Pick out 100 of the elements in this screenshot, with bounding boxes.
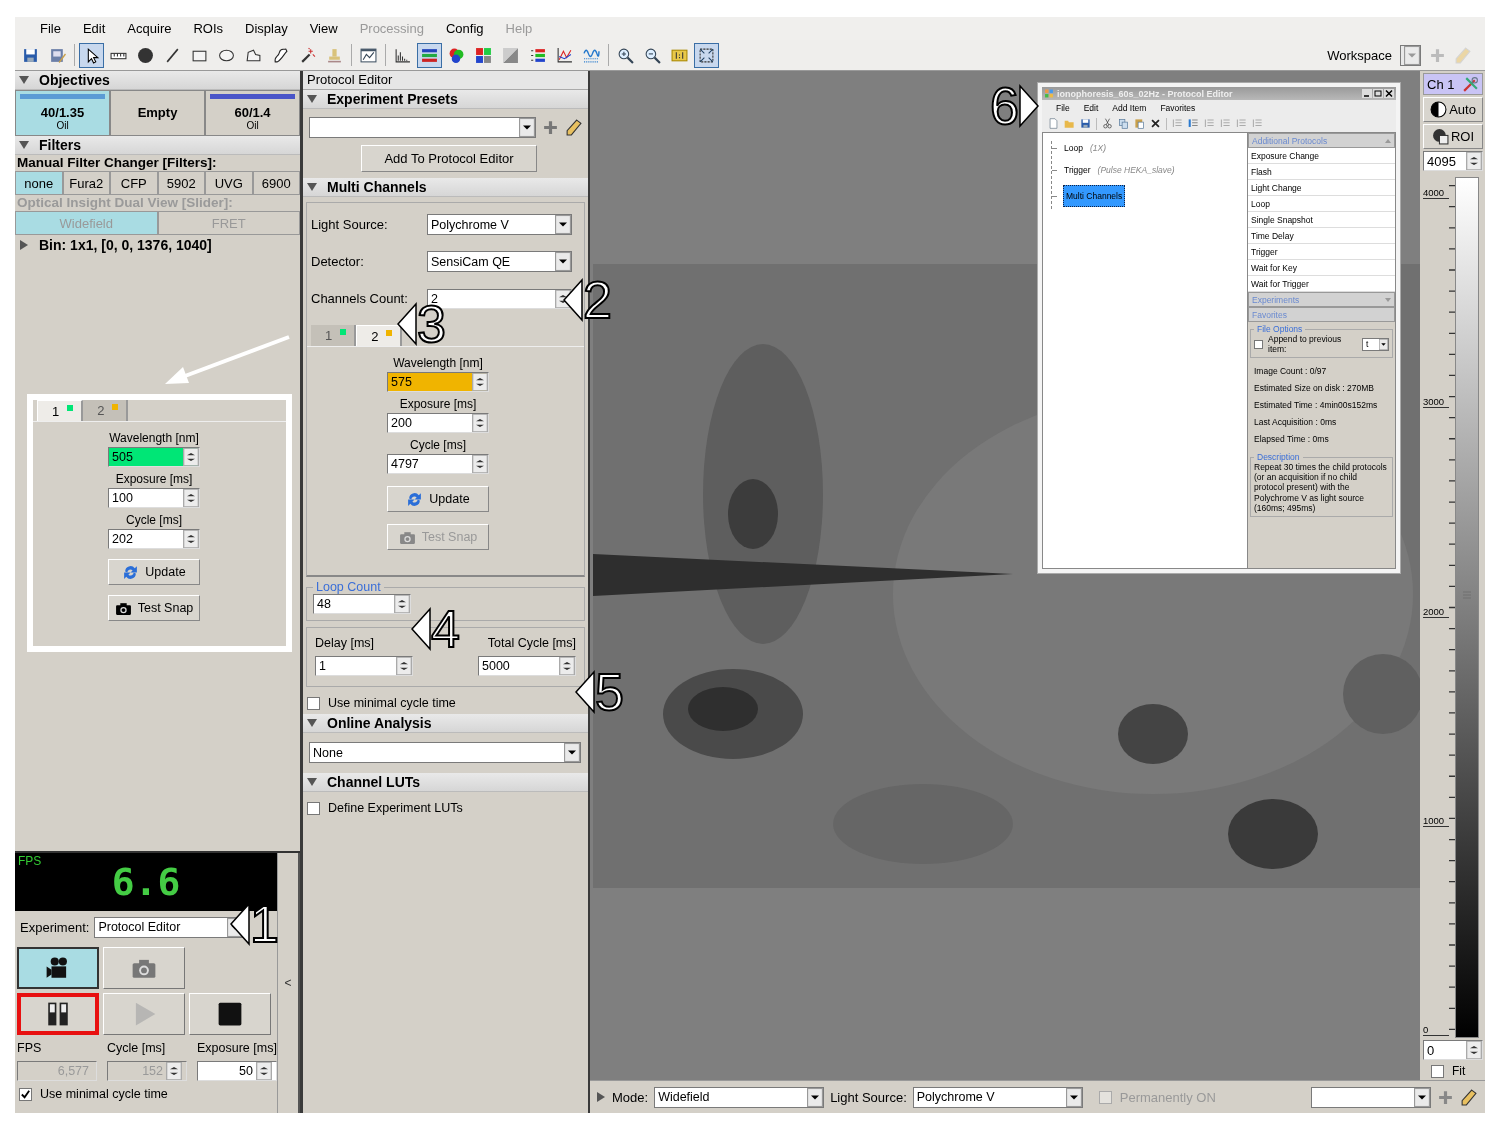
close-icon[interactable] xyxy=(1384,89,1394,98)
channel-tab[interactable]: 2 xyxy=(83,400,129,421)
protocol-item[interactable]: Wait for Key xyxy=(1248,260,1395,276)
channel-tab[interactable]: Ch 1 xyxy=(1423,73,1483,95)
section-header[interactable]: Channel LUTs xyxy=(303,773,588,792)
menu-item[interactable]: Edit xyxy=(1083,102,1099,113)
dropdown-arrow-icon[interactable] xyxy=(555,252,571,271)
wavelength-field[interactable]: 575 xyxy=(387,372,489,392)
auto-button[interactable]: Auto xyxy=(1423,97,1483,122)
dropdown-arrow-icon[interactable] xyxy=(1065,1087,1082,1107)
section-header[interactable]: Multi Channels xyxy=(303,178,588,197)
filter-button[interactable]: none xyxy=(15,171,63,195)
protocol-item[interactable]: Loop xyxy=(1248,196,1395,212)
maximize-icon[interactable] xyxy=(1373,89,1383,98)
save-icon[interactable] xyxy=(1080,118,1091,129)
spinner-icon[interactable] xyxy=(472,455,488,473)
delay-field[interactable]: 1 xyxy=(315,656,413,676)
menu-item[interactable]: File xyxy=(29,21,72,36)
spinner-icon[interactable] xyxy=(394,595,410,613)
menu-item[interactable]: Display xyxy=(234,21,299,36)
channel-tab[interactable]: 1 xyxy=(311,325,357,346)
collapse-triangle-icon[interactable] xyxy=(307,777,317,787)
copy-icon[interactable] xyxy=(1118,118,1129,129)
checkbox[interactable] xyxy=(1254,339,1263,349)
spinner-icon[interactable] xyxy=(183,530,199,548)
snapshot-button[interactable] xyxy=(103,947,185,989)
loop-count-field[interactable]: 48 xyxy=(313,594,411,614)
spinner-icon[interactable] xyxy=(559,657,575,675)
checkbox[interactable] xyxy=(1431,1064,1444,1078)
total-cycle-field[interactable]: 5000 xyxy=(478,656,576,676)
tree-node[interactable]: Multi Channels xyxy=(1063,185,1126,207)
collapse-triangle-icon[interactable] xyxy=(19,75,29,85)
channel-tab[interactable]: 1 xyxy=(37,400,84,421)
menu-item[interactable]: ROIs xyxy=(182,21,235,36)
number-field[interactable]: 202 xyxy=(108,529,200,549)
video-mode-button[interactable] xyxy=(17,947,99,989)
spinner-icon[interactable] xyxy=(256,1062,272,1080)
filter-button[interactable]: Fura2 xyxy=(62,171,110,195)
protocol-item[interactable]: Flash xyxy=(1248,164,1395,180)
append-dropdown[interactable]: t xyxy=(1361,337,1389,351)
toolbar-button[interactable] xyxy=(417,42,442,68)
toolbar-button[interactable] xyxy=(694,42,719,68)
collapse-toggle[interactable]: < xyxy=(284,976,292,990)
update-button[interactable]: Update xyxy=(387,486,489,512)
section-header[interactable]: Online Analysis xyxy=(303,714,588,733)
protocol-item[interactable]: Light Change xyxy=(1248,180,1395,196)
protocol-item[interactable]: Single Snapshot xyxy=(1248,212,1395,228)
spinner-icon[interactable] xyxy=(1466,1041,1482,1059)
filter-button[interactable]: 5902 xyxy=(157,171,205,195)
menu-item[interactable]: Edit xyxy=(71,21,117,36)
tree-node[interactable]: Loop xyxy=(1063,141,1084,155)
list-marker-icon[interactable] xyxy=(1188,118,1199,129)
expand-triangle-icon[interactable] xyxy=(596,1092,606,1102)
plus-icon[interactable] xyxy=(542,119,559,136)
checkbox[interactable] xyxy=(19,1087,32,1101)
channel-tab[interactable]: 2 xyxy=(356,325,403,346)
spinner-icon[interactable] xyxy=(183,489,199,507)
spinner-icon[interactable] xyxy=(1466,152,1482,170)
min-level-field[interactable]: 0 xyxy=(1423,1040,1483,1060)
section-header[interactable]: Objectives xyxy=(15,71,300,90)
pencil-icon[interactable] xyxy=(565,119,582,136)
light-source-dropdown[interactable]: Polychrome V xyxy=(427,214,572,235)
objective-button[interactable]: Empty xyxy=(110,90,205,136)
update-button[interactable]: Update xyxy=(108,559,200,585)
objective-button[interactable]: 40/1.35 Oil xyxy=(15,90,110,136)
number-field[interactable]: 100 xyxy=(108,488,200,508)
delete-icon[interactable] xyxy=(1150,118,1161,129)
menu-item[interactable]: File xyxy=(1056,102,1070,113)
spinner-icon[interactable] xyxy=(472,414,488,432)
menu-item[interactable]: View xyxy=(298,21,349,36)
spinner-icon[interactable] xyxy=(183,448,199,466)
add-to-protocol-button[interactable]: Add To Protocol Editor xyxy=(361,145,537,172)
preset-dropdown[interactable] xyxy=(1311,1086,1431,1108)
protocol-item[interactable]: Wait for Trigger xyxy=(1248,276,1395,292)
section-header[interactable]: Filters xyxy=(15,136,300,155)
collapse-triangle-icon[interactable] xyxy=(307,718,317,728)
menu-item[interactable]: Favorites xyxy=(1160,102,1196,113)
filter-button[interactable]: UVG xyxy=(205,171,253,195)
protocol-item[interactable]: Exposure Change xyxy=(1248,148,1395,164)
preset-dropdown[interactable] xyxy=(309,117,536,138)
tree-node[interactable]: Trigger xyxy=(1063,163,1092,177)
spinner-icon[interactable] xyxy=(472,373,488,391)
paste-icon[interactable] xyxy=(1134,118,1145,129)
filter-button[interactable]: CFP xyxy=(110,171,158,195)
minimize-icon[interactable] xyxy=(1362,89,1372,98)
number-field[interactable]: 50 xyxy=(197,1061,277,1081)
detector-dropdown[interactable]: SensiCam QE xyxy=(427,251,572,272)
test-snap-button[interactable]: Test Snap xyxy=(108,595,200,621)
collapse-triangle-icon[interactable] xyxy=(307,94,317,104)
dropdown-arrow-icon[interactable] xyxy=(519,118,535,137)
pencil-icon[interactable] xyxy=(1460,1088,1477,1106)
toolbar-button[interactable] xyxy=(79,42,104,68)
dropdown-arrow-icon[interactable] xyxy=(1414,1087,1430,1107)
spinner-icon[interactable] xyxy=(396,657,412,675)
number-field[interactable]: 4797 xyxy=(387,454,489,474)
collapse-triangle-icon[interactable] xyxy=(19,140,29,150)
light-source-dropdown[interactable]: Polychrome V xyxy=(912,1086,1083,1108)
roi-button[interactable]: ROI xyxy=(1423,124,1483,149)
protocol-item[interactable]: Trigger xyxy=(1248,244,1395,260)
pause-button[interactable] xyxy=(17,993,99,1035)
